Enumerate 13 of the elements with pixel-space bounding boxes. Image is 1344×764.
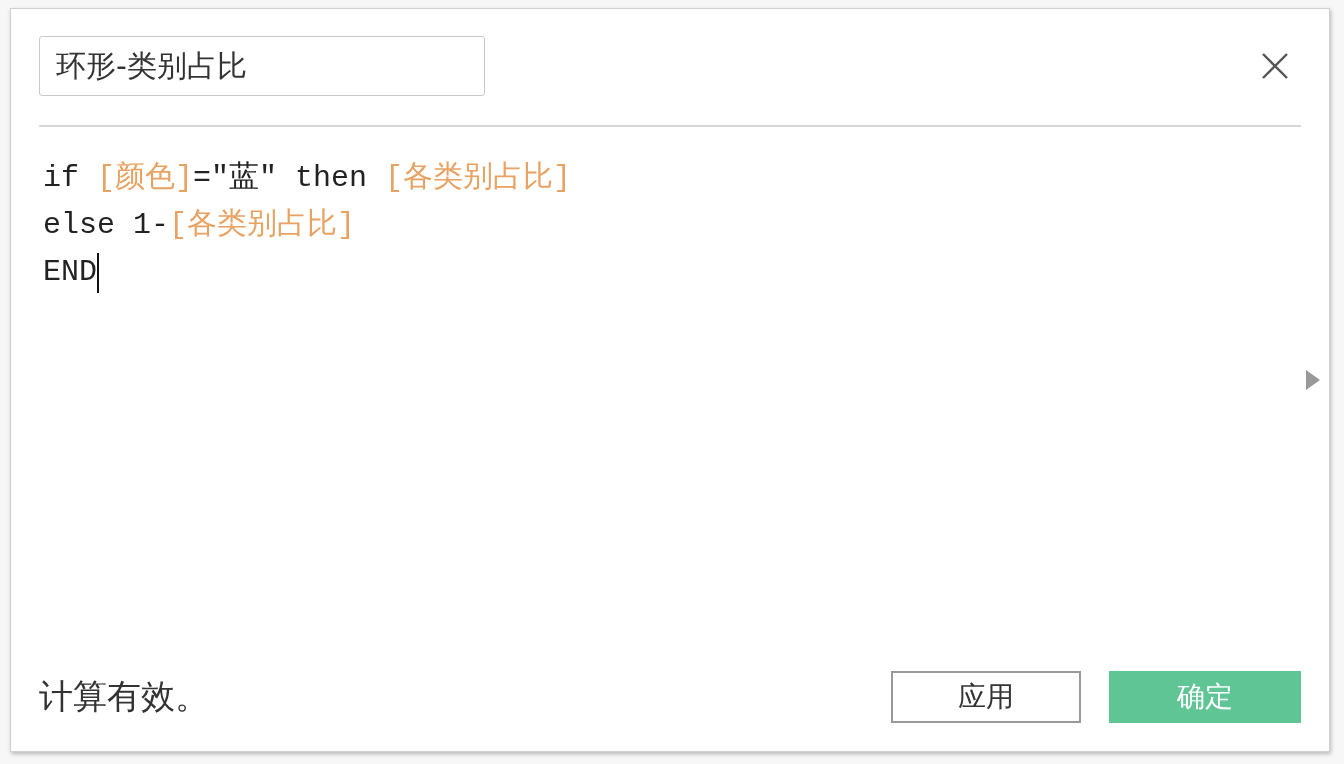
field-reference: [各类别占比] xyxy=(169,207,356,244)
code-text: if xyxy=(43,160,80,197)
expand-arrow-icon[interactable] xyxy=(1305,369,1321,391)
code-text: END xyxy=(43,254,97,291)
field-reference: [各类别占比] xyxy=(385,160,572,197)
name-field[interactable]: 环形-类别占比 xyxy=(39,36,485,96)
status-message: 计算有效。 xyxy=(39,675,209,718)
code-text: ="蓝" then xyxy=(193,160,369,197)
apply-button[interactable]: 应用 xyxy=(891,671,1081,723)
code-text: else 1- xyxy=(43,207,170,244)
close-icon[interactable] xyxy=(1261,52,1289,80)
text-cursor xyxy=(97,252,99,293)
field-reference: [颜色] xyxy=(97,160,194,197)
